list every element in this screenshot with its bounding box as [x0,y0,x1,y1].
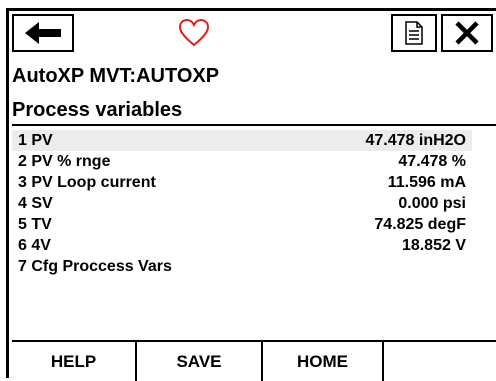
arrow-left-icon [25,22,61,44]
list-item-value: 47.478 % [398,152,466,170]
list-item-label: 2 PV % rnge [18,152,111,170]
close-icon [455,21,479,45]
list-item-value: 74.825 degF [374,215,466,233]
save-button[interactable]: SAVE [137,342,263,381]
list-item-cfg-process-vars[interactable]: 7 Cfg Proccess Vars [12,256,472,277]
list-item-label: 6 4V [18,236,51,254]
list-item-pv[interactable]: 1 PV 47.478 inH2O [12,130,472,151]
list-item-label: 1 PV [18,131,53,149]
document-icon [405,21,423,45]
list-item-label: 7 Cfg Proccess Vars [18,257,172,275]
back-button[interactable] [12,14,74,52]
heart-icon [179,19,209,47]
device-title: AutoXP MVT:AUTOXP [12,65,220,87]
favorite-button[interactable] [164,14,224,52]
document-button[interactable] [391,14,437,52]
page-title: Process variables [12,99,183,121]
list-item-sv[interactable]: 4 SV 0.000 psi [12,193,472,214]
close-button[interactable] [441,14,493,52]
list-item-pv-loop-current[interactable]: 3 PV Loop current 11.596 mA [12,172,472,193]
list-item-label: 4 SV [18,194,53,212]
list-item-value: 18.852 V [401,236,466,254]
home-button[interactable]: HOME [263,342,384,381]
list-item-label: 3 PV Loop current [18,173,156,191]
list-item-label: 5 TV [18,215,52,233]
list-item-value: 11.596 mA [387,173,466,191]
list-item-4v[interactable]: 6 4V 18.852 V [12,235,472,256]
help-button[interactable]: HELP [12,342,137,381]
bottom-button-bar: HELP SAVE HOME [12,342,496,381]
list-item-value: 47.478 inH2O [365,131,467,149]
process-variables-list: 1 PV 47.478 inH2O 2 PV % rnge 47.478 % 3… [12,124,496,342]
list-item-pv-range[interactable]: 2 PV % rnge 47.478 % [12,151,472,172]
list-item-value: 0.000 psi [398,194,466,212]
device-screen: AutoXP MVT:AUTOXP Process variables 1 PV… [6,8,496,381]
list-item-tv[interactable]: 5 TV 74.825 degF [12,214,472,235]
